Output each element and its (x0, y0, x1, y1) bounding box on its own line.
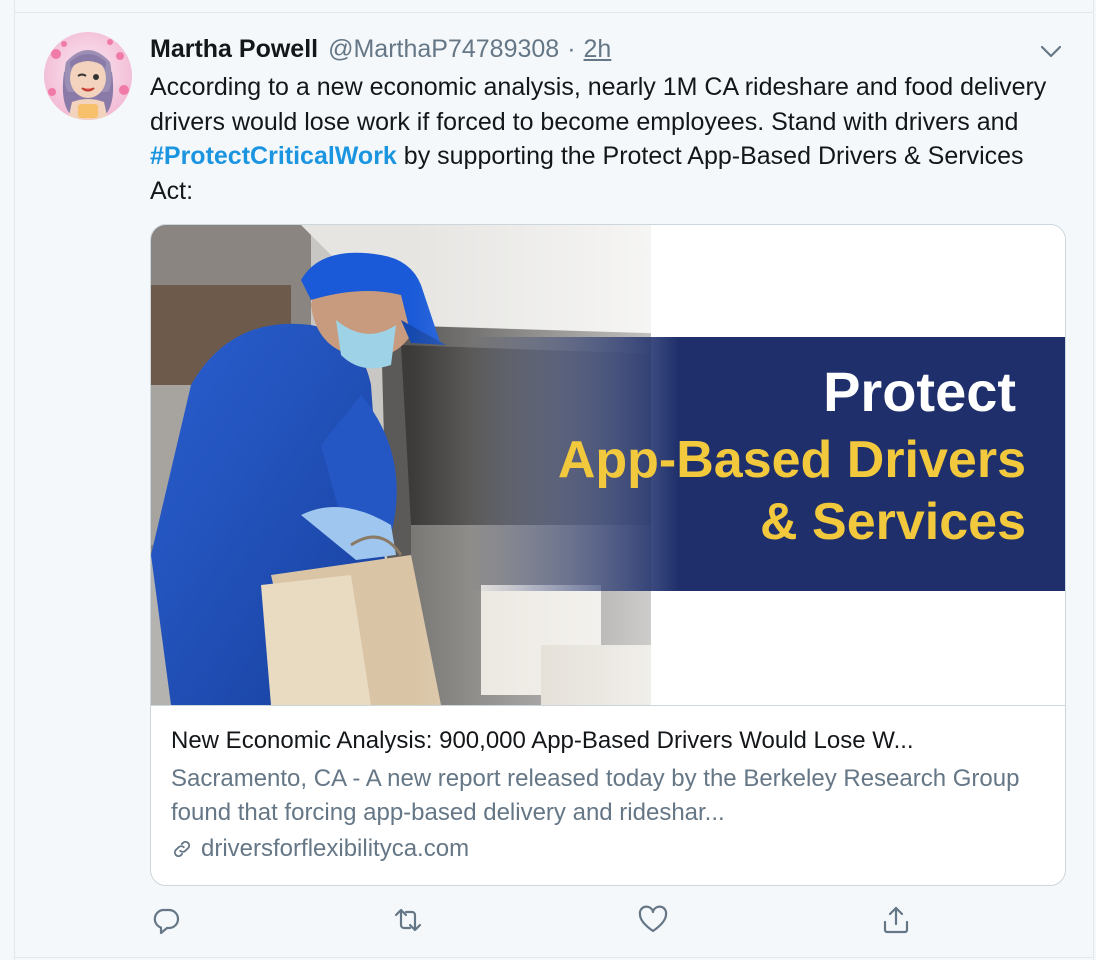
card-domain-text: driversforflexibilityca.com (201, 835, 470, 862)
tweet-header: Martha Powell @MarthaP74789308 · 2h (150, 33, 611, 65)
timeline-right-border (1093, 0, 1094, 960)
like-icon[interactable] (637, 904, 669, 936)
card-title[interactable]: New Economic Analysis: 900,000 App-Based… (171, 725, 1045, 757)
share-icon[interactable] (880, 904, 912, 936)
tweet-text-part: According to a new economic analysis, ne… (150, 73, 1047, 136)
banner-line-protect: Protect (823, 360, 1016, 423)
avatar-illustration (44, 32, 132, 120)
card-description: Sacramento, CA - A new report released t… (171, 765, 1020, 826)
card-divider (151, 705, 1065, 706)
separator-dot: · (567, 34, 576, 63)
banner-line-services: & Services (760, 493, 1026, 551)
author-handle[interactable]: @MarthaP74789308 (328, 35, 559, 64)
reply-icon[interactable] (150, 904, 182, 936)
author-name[interactable]: Martha Powell (150, 35, 318, 64)
avatar[interactable] (44, 32, 132, 120)
banner-line-drivers: App-Based Drivers (558, 431, 1026, 489)
tweet-timestamp[interactable]: 2h (584, 35, 612, 64)
tweet-top-divider (14, 12, 1094, 13)
tweet-bottom-divider (14, 957, 1094, 958)
retweet-icon[interactable] (392, 904, 424, 936)
card-image[interactable]: Protect App-Based Drivers & Services (151, 225, 1065, 705)
link-icon (171, 838, 193, 860)
link-card[interactable]: Protect App-Based Drivers & Services New… (150, 224, 1066, 886)
tweet-text: According to a new economic analysis, ne… (150, 70, 1070, 208)
timeline-left-border (14, 0, 15, 960)
card-domain[interactable]: driversforflexibilityca.com (171, 832, 469, 866)
hashtag-link[interactable]: #ProtectCriticalWork (150, 142, 397, 170)
chevron-down-icon[interactable] (1038, 38, 1064, 64)
